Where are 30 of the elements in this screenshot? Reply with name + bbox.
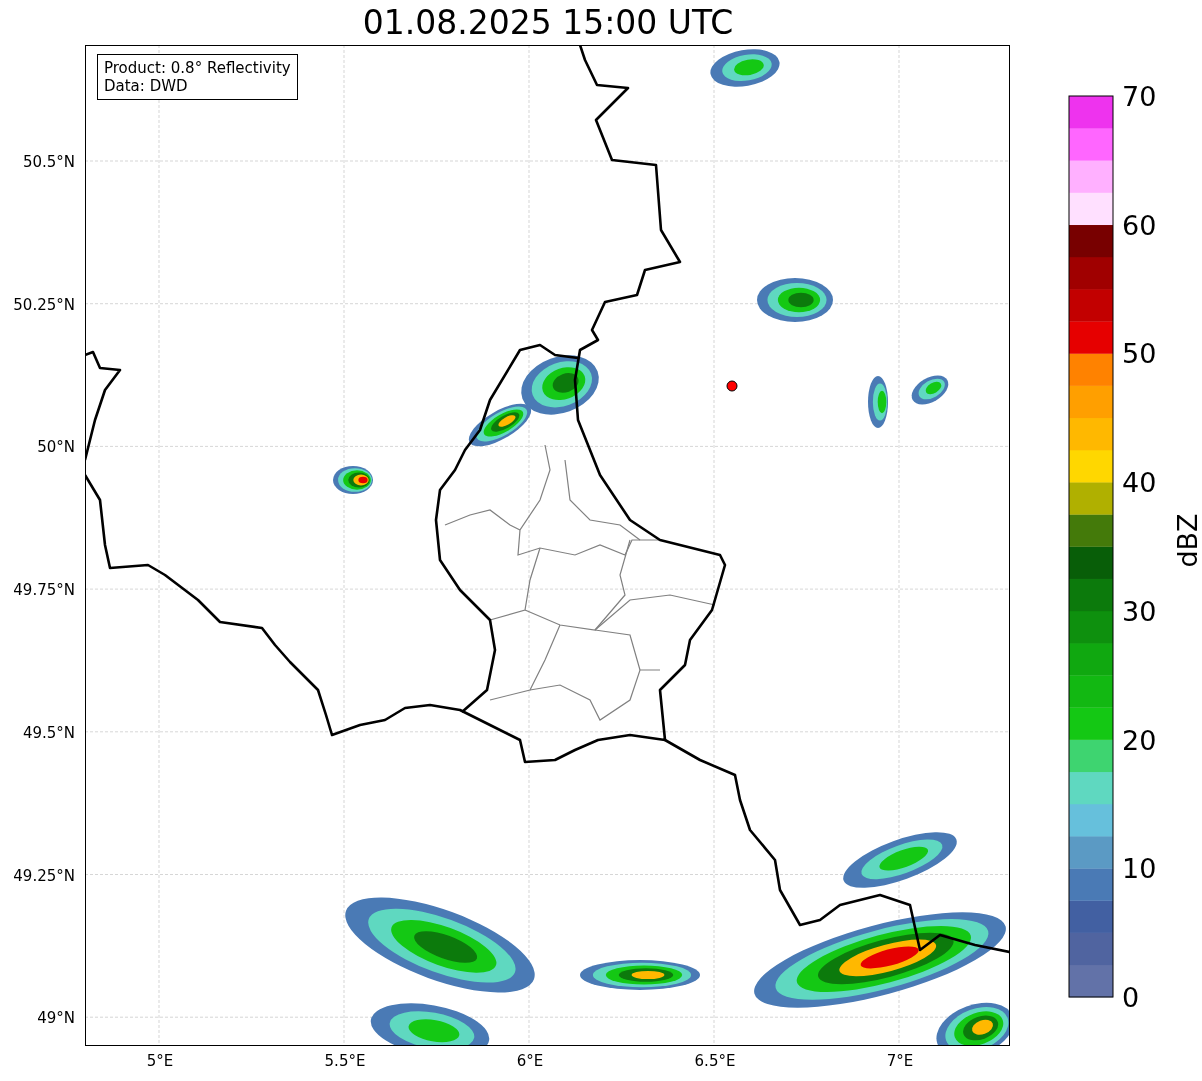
scale-tick-label: 60: [1122, 211, 1157, 239]
y-tick-label: 49°N: [37, 1009, 75, 1028]
legend-text: Data: DWD: [104, 77, 189, 95]
y-tick-label: 50°N: [37, 438, 75, 457]
y-tick-label: 49.5°N: [22, 723, 75, 742]
rain-echo-drawing: [333, 466, 373, 494]
location-marker: [726, 380, 738, 392]
scale-tick-label: 70: [1122, 82, 1157, 110]
scale-tick-label: 10: [1122, 854, 1157, 882]
scale-tick-label: 0: [1122, 983, 1140, 1011]
x-tick-label: 7°E: [886, 1052, 914, 1070]
scale-tick-label: 30: [1122, 597, 1157, 625]
scale-tick-label: 20: [1122, 726, 1157, 754]
x-tick-label: 6°E: [516, 1052, 544, 1070]
legend-text: Product: 0.8° Reflectivity: [104, 59, 291, 77]
x-tick-label: 5.5°E: [324, 1052, 366, 1070]
rain-echo-drawing: [468, 403, 532, 447]
figure-title: 01.08.2025 15:00 UTC: [362, 6, 734, 39]
scale-axis-label: dBZ: [1171, 513, 1202, 568]
y-tick-label: 49.25°N: [13, 866, 75, 885]
rain-echo-drawing: [868, 376, 888, 428]
y-tick-label: 49.75°N: [13, 581, 75, 600]
scale-tick-label: 40: [1122, 468, 1157, 496]
rain-echo-drawing: [710, 49, 780, 87]
y-tick-label: 50.5°N: [22, 153, 75, 171]
rain-echo-drawing: [911, 375, 949, 405]
x-tick-label: 5°E: [146, 1052, 174, 1070]
y-tick-label: 50.25°N: [13, 295, 75, 314]
x-tick-label: 6.5°E: [694, 1052, 736, 1070]
scale-tick-label: 50: [1122, 339, 1157, 367]
